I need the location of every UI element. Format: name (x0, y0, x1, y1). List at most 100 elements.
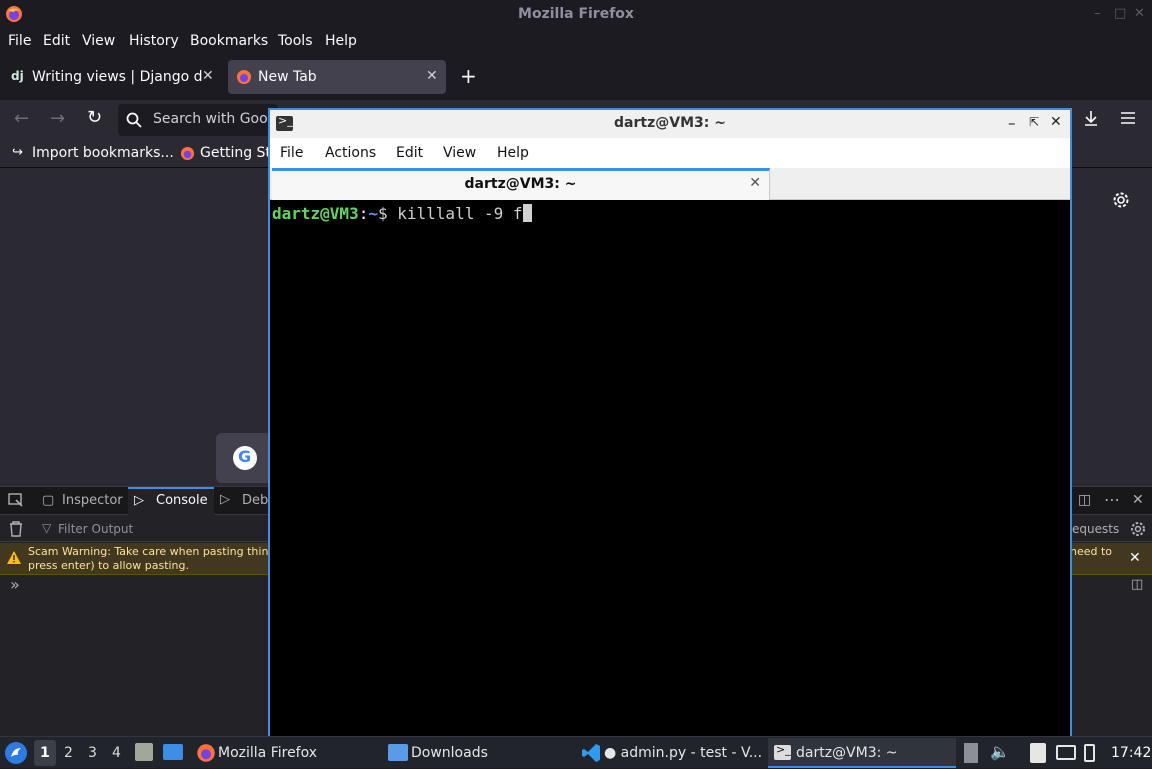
inspector-icon: ▢ (42, 493, 55, 508)
tab-close-icon[interactable]: ✕ (749, 175, 761, 191)
tab-close-icon[interactable]: ✕ (202, 68, 214, 84)
console-icon: ▷ (134, 493, 144, 508)
minimize-icon[interactable]: – (1008, 114, 1016, 132)
terminal-prompt-line: dartz@VM3:~$ killlall -9 f (272, 204, 532, 223)
warning-icon (7, 551, 21, 564)
tab-new-tab[interactable]: New Tab ✕ (228, 60, 446, 94)
warning-line-2: press enter) to allow pasting. (28, 559, 190, 572)
tab-label: New Tab (258, 69, 317, 85)
download-icon[interactable] (1083, 110, 1099, 126)
terminal-icon: >_ (774, 743, 791, 760)
gear-icon[interactable] (1112, 191, 1130, 209)
menu-help[interactable]: Help (497, 145, 529, 161)
task-downloads[interactable]: Downloads (386, 737, 566, 769)
menu-edit[interactable]: Edit (43, 33, 70, 49)
tab-close-icon[interactable]: ✕ (426, 68, 438, 84)
console-settings-gear-icon[interactable] (1130, 521, 1146, 537)
warning-text: Scam Warning: Take care when pasting thi… (28, 545, 268, 573)
tab-inspector[interactable]: ▢ Inspector (36, 487, 126, 515)
task-terminal[interactable]: >_ dartz@VM3: ~ (768, 738, 956, 768)
shortcut-google[interactable]: G (216, 433, 274, 483)
system-monitor-icon[interactable] (964, 743, 978, 763)
firefox-menubar: File Edit View History Bookmarks Tools H… (0, 28, 1152, 54)
task-label: Downloads (411, 745, 488, 761)
firefox-titlebar: Mozilla Firefox – □ ✕ (0, 0, 1152, 28)
tab-label: Deb (242, 493, 269, 508)
back-icon[interactable]: ← (14, 108, 29, 129)
warning-text-right: need to (1070, 545, 1113, 558)
import-icon: ↪ (12, 145, 23, 160)
requests-label[interactable]: equests (1072, 522, 1119, 536)
app-menu-icon[interactable] (5, 742, 27, 764)
prompt-symbol: $ (377, 204, 388, 223)
firefox-favicon (180, 146, 195, 161)
dismiss-warning-icon[interactable]: ✕ (1129, 550, 1141, 566)
tab-console[interactable]: ▷ Console (128, 487, 214, 515)
clipboard-icon[interactable] (1030, 743, 1046, 763)
close-icon[interactable]: ✕ (1050, 114, 1062, 130)
trash-icon[interactable] (9, 521, 23, 537)
more-options-icon[interactable]: ⋯ (1104, 490, 1120, 509)
menu-actions[interactable]: Actions (325, 145, 376, 161)
menu-view[interactable]: View (82, 33, 115, 49)
filter-input[interactable]: ▽ Filter Output (36, 519, 268, 539)
search-placeholder: Search with Goo (153, 111, 268, 127)
prompt-user: dartz@VM3 (272, 204, 359, 223)
element-picker-icon[interactable] (8, 493, 24, 509)
tab-django[interactable]: dj Writing views | Django do ✕ (2, 60, 224, 94)
new-tab-icon[interactable]: + (460, 64, 477, 88)
forward-icon[interactable]: → (50, 108, 65, 129)
split-console-icon[interactable]: ◫ (1131, 577, 1143, 592)
search-icon (126, 112, 142, 128)
firefox-window-title: Mozilla Firefox (518, 6, 634, 22)
menu-history[interactable]: History (129, 33, 179, 49)
tab-label: Console (156, 493, 208, 508)
folder-icon (388, 744, 408, 761)
maximize-icon[interactable]: □ (1114, 6, 1126, 21)
task-label: Mozilla Firefox (218, 745, 318, 761)
prompt-separator: : (358, 204, 369, 223)
menu-bookmarks[interactable]: Bookmarks (190, 33, 268, 49)
maximize-icon[interactable]: ⇱ (1029, 115, 1039, 129)
dock-icon[interactable]: ◫ (1078, 492, 1091, 508)
workspace-3[interactable]: 3 (88, 745, 97, 761)
terminal-tab[interactable]: dartz@VM3: ~ ✕ (272, 168, 770, 200)
clock[interactable]: 17:42 (1111, 745, 1151, 761)
workspace-1[interactable]: 1 (34, 740, 56, 766)
terminal-output[interactable]: dartz@VM3:~$ killlall -9 f (270, 202, 1070, 736)
task-vscode[interactable]: ● admin.py - test - V... (580, 737, 762, 769)
taskbar: 1 2 3 4 Mozilla Firefox Downloads ● admi… (0, 736, 1152, 768)
menu-tools[interactable]: Tools (278, 33, 313, 49)
files-launcher-icon[interactable] (135, 743, 153, 761)
menu-file[interactable]: File (280, 145, 303, 161)
google-icon: G (233, 446, 257, 470)
console-prompt-chevron[interactable]: » (10, 575, 20, 594)
volume-icon[interactable]: 🔈 (990, 742, 1010, 761)
django-favicon: dj (11, 69, 24, 83)
desktop-launcher-icon[interactable] (163, 744, 183, 760)
menu-file[interactable]: File (8, 33, 31, 49)
bookmark-label: Import bookmarks... (32, 145, 174, 161)
menu-view[interactable]: View (443, 145, 476, 161)
menu-edit[interactable]: Edit (396, 145, 423, 161)
firefox-icon (196, 743, 216, 763)
network-icon[interactable] (1056, 745, 1076, 760)
reload-icon[interactable]: ↻ (87, 107, 102, 128)
terminal-titlebar: >_ dartz@VM3: ~ – ⇱ ✕ (270, 110, 1070, 138)
close-icon[interactable]: ✕ (1134, 6, 1145, 21)
tab-debugger[interactable]: ▷ Deb (218, 487, 268, 515)
minimize-icon[interactable]: – (1094, 6, 1101, 21)
debugger-icon: ▷ (220, 492, 230, 507)
firefox-favicon (236, 69, 252, 85)
url-bar[interactable]: Search with Goo (118, 104, 278, 136)
task-firefox[interactable]: Mozilla Firefox (194, 737, 374, 769)
menu-help[interactable]: Help (325, 33, 357, 49)
command-text: killlall -9 f (397, 204, 523, 223)
terminal-tabbar: dartz@VM3: ~ ✕ (270, 168, 1070, 200)
workspace-4[interactable]: 4 (112, 745, 121, 761)
terminal-window-title: dartz@VM3: ~ (614, 115, 726, 131)
workspace-2[interactable]: 2 (64, 745, 73, 761)
hamburger-menu-icon[interactable] (1120, 111, 1136, 125)
close-devtools-icon[interactable]: ✕ (1132, 492, 1144, 508)
battery-icon[interactable] (1084, 744, 1095, 762)
